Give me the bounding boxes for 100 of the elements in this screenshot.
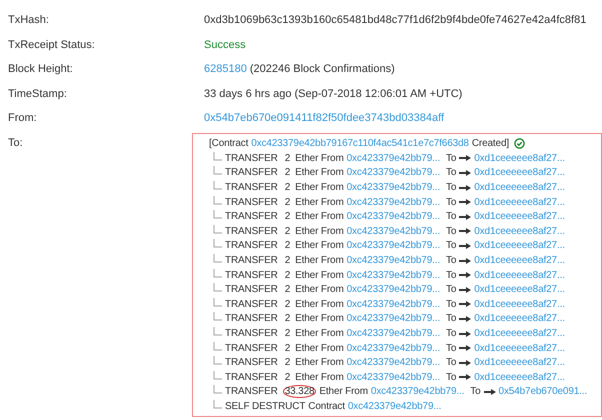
arrow-right-icon: [459, 170, 472, 176]
address-link[interactable]: 0xc423379e42bb79...: [346, 342, 440, 354]
address-link[interactable]: 0xc423379e42bb79...: [346, 255, 440, 266]
address-link[interactable]: 0xd1ceeeeee8af27...: [474, 284, 565, 296]
ether-amount: 2: [284, 312, 292, 326]
address-link[interactable]: 0xd1ceeeeee8af27...: [474, 357, 565, 368]
ether-amount: 33.328: [282, 385, 316, 398]
trace-text: Ether From: [295, 372, 344, 383]
address-link[interactable]: 0xc423379e42bb79...: [346, 226, 440, 237]
address-link[interactable]: 0xc423379e42bb79...: [346, 357, 440, 368]
field-value: 0xd3b1069b63c1393b160c65481bd48c77f1d6f2b9f4bde0fe74627e42a4fc8f81: [204, 14, 586, 26]
field-label: From:: [7, 112, 38, 124]
address-link[interactable]: 0xc423379e42bb79...: [346, 182, 440, 194]
address-link[interactable]: 0xc423379e42bb79...: [346, 240, 440, 252]
value-link[interactable]: 6285180: [204, 63, 247, 75]
ether-amount: 2: [284, 210, 292, 224]
address-link[interactable]: 0xc423379e42bb79...: [346, 298, 440, 310]
address-link[interactable]: 0xc423379e42bb79...: [346, 270, 440, 281]
address-link[interactable]: 0xd1ceeeeee8af27...: [474, 298, 565, 310]
address-link[interactable]: 0xd1ceeeeee8af27...: [474, 328, 565, 340]
trace-text: Ether From: [295, 226, 344, 237]
trace-text: To: [446, 226, 456, 237]
arrow-right-icon: [459, 374, 472, 380]
arrow-right-icon: [459, 286, 472, 293]
address-link[interactable]: 0xd1ceeeeee8af27...: [474, 182, 565, 194]
field-label: TxHash:: [7, 14, 50, 26]
trace-text: Created]: [472, 138, 509, 150]
trace-text: Ether From: [295, 284, 344, 296]
call-type: TRANSFER: [225, 342, 278, 354]
ether-amount: 2: [284, 166, 292, 180]
arrow-right-icon: [459, 228, 472, 234]
arrow-right-icon: [459, 155, 472, 162]
address-link[interactable]: 0xd1ceeeeee8af27...: [474, 270, 565, 281]
call-type: TRANSFER: [225, 357, 278, 368]
trace-text: To: [470, 386, 481, 398]
ether-amount: 2: [284, 342, 292, 355]
address-link[interactable]: 0xd1ceeeeee8af27...: [474, 313, 565, 324]
arrow-right-icon: [459, 330, 472, 337]
address-link[interactable]: 0xd1ceeeeee8af27...: [474, 152, 565, 164]
arrow-right-icon: [459, 214, 472, 220]
address-link[interactable]: 0xc423379e42bb79...: [346, 328, 440, 340]
address-link[interactable]: 0xd1ceeeeee8af27...: [474, 255, 565, 266]
call-type: TRANSFER: [225, 298, 278, 310]
address-link[interactable]: 0xc423379e42bb79...: [346, 313, 440, 324]
address-link[interactable]: 0xc423379e42bb79...: [346, 196, 440, 208]
trace-text: Ether From: [295, 328, 344, 340]
trace-text: To: [446, 298, 456, 310]
value-link[interactable]: 0x54b7eb670e091411f82f50fdee3743bd03384aff: [204, 112, 444, 124]
trace-text: To: [446, 240, 456, 252]
call-type: TRANSFER: [225, 167, 278, 178]
address-link[interactable]: 0xd1ceeeeee8af27...: [474, 240, 565, 252]
call-type: TRANSFER: [225, 284, 278, 296]
trace-text: Ether From: [295, 342, 344, 354]
address-link[interactable]: 0xd1ceeeeee8af27...: [474, 342, 565, 354]
arrow-right-icon: [459, 242, 472, 249]
trace-text: To: [446, 357, 456, 368]
ether-amount: 2: [284, 298, 292, 311]
trace-text: To: [446, 152, 456, 164]
arrow-right-icon: [459, 301, 472, 308]
address-link[interactable]: 0xc423379e42bb79...: [346, 284, 440, 296]
address-link[interactable]: 0xc423379e42bb79...: [370, 386, 464, 398]
address-link[interactable]: 0x54b7eb670e091...: [498, 386, 588, 398]
address-link[interactable]: 0xc423379e42bb79...: [346, 152, 440, 164]
trace-text: Ether From: [295, 211, 344, 222]
arrow-right-icon: [459, 199, 472, 206]
address-link[interactable]: 0xd1ceeeeee8af27...: [474, 226, 565, 237]
address-link[interactable]: 0xd1ceeeeee8af27...: [474, 196, 565, 208]
ether-amount: 2: [284, 254, 292, 268]
status-text: Success: [204, 38, 246, 50]
call-type: TRANSFER: [225, 152, 278, 164]
trace-text: Ether From: [319, 386, 368, 398]
field-value: (202246 Block Confirmations): [250, 63, 395, 75]
trace-text: Ether From: [295, 255, 344, 266]
contract-link[interactable]: 0xc423379e42bb79167c110f4ac541c1e7c7f663d8: [251, 138, 469, 150]
call-type: TRANSFER: [225, 255, 278, 266]
ether-amount: 2: [284, 370, 292, 384]
ether-amount: 2: [284, 283, 292, 296]
trace-text: To: [446, 255, 456, 266]
trace-text: Ether From: [295, 357, 344, 368]
address-link[interactable]: 0xd1ceeeeee8af27...: [474, 372, 565, 383]
address-link[interactable]: 0xd1ceeeeee8af27...: [474, 211, 565, 222]
trace-text: To: [446, 342, 456, 354]
call-type: TRANSFER: [225, 372, 278, 383]
address-link[interactable]: 0xc423379e42bb79...: [348, 400, 442, 412]
call-type: TRANSFER: [225, 196, 278, 208]
call-type: TRANSFER: [225, 386, 278, 398]
trace-text: Ether From: [295, 182, 344, 194]
trace-text: Ether From: [295, 167, 344, 178]
ether-amount: 2: [284, 268, 292, 282]
call-type: TRANSFER: [225, 226, 278, 237]
arrow-right-icon: [459, 316, 472, 322]
address-link[interactable]: 0xd1ceeeeee8af27...: [474, 167, 565, 178]
trace-text: To: [446, 328, 456, 340]
address-link[interactable]: 0xc423379e42bb79...: [346, 167, 440, 178]
arrow-right-icon: [459, 272, 472, 278]
call-type: TRANSFER: [225, 313, 278, 324]
trace-text: To: [446, 372, 456, 383]
call-type: TRANSFER: [225, 182, 278, 194]
address-link[interactable]: 0xc423379e42bb79...: [346, 372, 440, 383]
address-link[interactable]: 0xc423379e42bb79...: [346, 211, 440, 222]
